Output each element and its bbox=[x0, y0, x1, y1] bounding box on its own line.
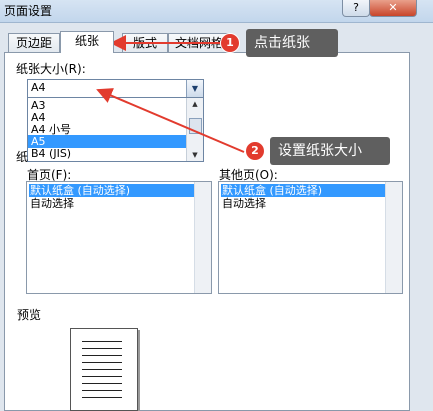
first-page-listbox[interactable]: 默认纸盒 (自动选择) 自动选择 bbox=[26, 181, 212, 294]
preview-line bbox=[82, 383, 122, 384]
paper-size-dropdown[interactable]: A3 A4 A4 小号 A5 B4 (JIS) ▲ ▼ bbox=[27, 97, 204, 162]
listbox-scrollbar[interactable] bbox=[194, 182, 211, 293]
callout-text: 点击纸张 bbox=[254, 35, 310, 51]
paper-size-option[interactable]: B4 (JIS) bbox=[28, 147, 190, 160]
callout-set-paper-size: 设置纸张大小 bbox=[270, 137, 390, 165]
preview-line bbox=[82, 397, 122, 398]
tab-paper[interactable]: 纸张 bbox=[60, 31, 114, 53]
list-item[interactable]: 默认纸盒 (自动选择) bbox=[29, 184, 194, 197]
preview-line bbox=[82, 341, 122, 342]
list-item[interactable]: 自动选择 bbox=[221, 197, 386, 210]
preview-line bbox=[82, 390, 122, 391]
callout-click-paper: 点击纸张 bbox=[246, 29, 338, 57]
paper-source-label: 纸 bbox=[16, 150, 29, 164]
window-title: 页面设置 bbox=[4, 4, 53, 18]
step-badge: 1 bbox=[220, 33, 240, 53]
preview-line bbox=[82, 369, 122, 370]
paper-size-combobox[interactable]: A4 ▼ bbox=[27, 79, 204, 99]
close-button[interactable]: ✕ bbox=[369, 0, 417, 17]
preview-line bbox=[82, 362, 122, 363]
help-button[interactable]: ? bbox=[342, 0, 370, 17]
preview-line bbox=[82, 355, 122, 356]
tab-margins[interactable]: 页边距 bbox=[8, 33, 60, 52]
preview-line bbox=[82, 348, 122, 349]
page-preview bbox=[70, 328, 138, 411]
list-item[interactable]: 默认纸盒 (自动选择) bbox=[221, 184, 386, 197]
other-pages-listbox[interactable]: 默认纸盒 (自动选择) 自动选择 bbox=[218, 181, 403, 294]
preview-label: 预览 bbox=[17, 308, 42, 322]
step-badge: 2 bbox=[245, 141, 265, 161]
paper-size-label: 纸张大小(R): bbox=[16, 62, 86, 76]
scroll-up-icon[interactable]: ▲ bbox=[187, 98, 203, 110]
callout-text: 设置纸张大小 bbox=[278, 143, 362, 159]
paper-size-value: A4 bbox=[31, 81, 46, 94]
dropdown-scrollbar[interactable]: ▲ ▼ bbox=[186, 98, 203, 161]
chevron-down-icon[interactable]: ▼ bbox=[186, 80, 203, 98]
preview-line bbox=[82, 376, 122, 377]
title-bar: 页面设置 ? ✕ bbox=[0, 0, 433, 23]
scroll-thumb[interactable] bbox=[189, 118, 202, 134]
listbox-scrollbar[interactable] bbox=[385, 182, 402, 293]
tab-layout[interactable]: 版式 bbox=[122, 33, 168, 52]
list-item[interactable]: 自动选择 bbox=[29, 197, 194, 210]
scroll-down-icon[interactable]: ▼ bbox=[187, 149, 203, 161]
